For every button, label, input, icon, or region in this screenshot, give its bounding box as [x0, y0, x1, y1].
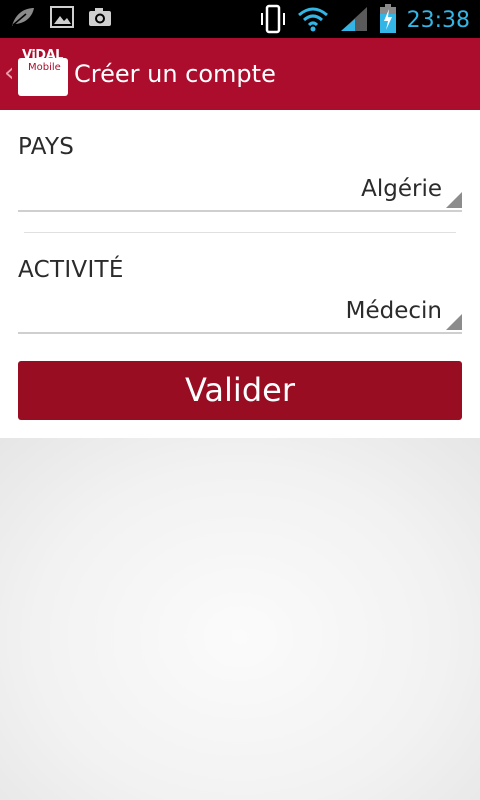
submit-button[interactable]: Valider [18, 361, 462, 420]
activity-spinner[interactable]: Médecin [18, 298, 462, 334]
page-title: Créer un compte [74, 60, 276, 88]
system-icons: 23:38 [259, 4, 470, 38]
wifi-icon [297, 6, 329, 36]
signal-icon [339, 5, 369, 37]
dropdown-arrow-icon [446, 192, 462, 208]
activity-value: Médecin [345, 298, 442, 324]
leaf-icon [10, 6, 36, 32]
section-divider [24, 232, 456, 233]
back-chevron-icon[interactable]: ‹ [4, 58, 14, 88]
camera-icon [88, 6, 112, 32]
spinner-underline [18, 332, 462, 334]
activity-label: ACTIVITÉ [18, 257, 124, 283]
account-form: PAYS Algérie ACTIVITÉ Médecin Valider [0, 110, 480, 438]
country-value: Algérie [361, 176, 442, 202]
status-bar: 23:38 [0, 0, 480, 38]
vibrate-icon [259, 4, 287, 38]
empty-background [0, 438, 480, 800]
country-spinner[interactable]: Algérie [18, 176, 462, 212]
country-label: PAYS [18, 134, 75, 160]
gallery-icon [50, 6, 74, 32]
notification-icons [10, 6, 112, 32]
logo-subtitle-text: Mobile [28, 62, 61, 73]
logo-brand-text: ViDAL [22, 48, 63, 63]
spinner-underline [18, 210, 462, 212]
action-bar: ‹ ViDAL Mobile Créer un compte [0, 38, 480, 110]
app-logo[interactable]: ViDAL Mobile [18, 48, 68, 98]
dropdown-arrow-icon [446, 314, 462, 330]
battery-charging-icon [379, 4, 397, 38]
status-time: 23:38 [406, 8, 470, 33]
